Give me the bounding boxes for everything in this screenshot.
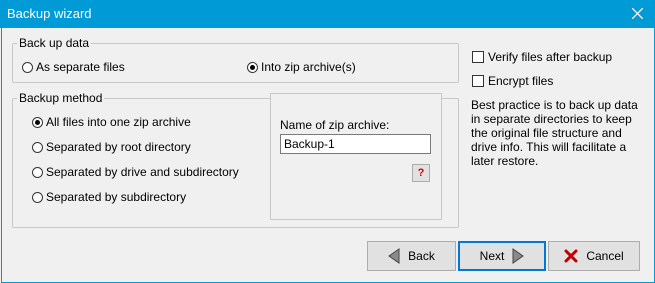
radio-dot [32,191,43,203]
close-icon [632,8,643,19]
cancel-x-icon [564,249,578,263]
help-button[interactable]: ? [412,164,430,182]
best-practice-note: Best practice is to back up data in sepa… [471,98,638,168]
radio-separated-by-subdirectory[interactable]: Separated by subdirectory [32,190,186,204]
checkbox-box [472,75,484,87]
archive-name-panel [270,93,442,220]
title-bar: Backup wizard [0,0,655,28]
radio-separated-by-root-directory[interactable]: Separated by root directory [32,140,191,154]
radio-label: Separated by drive and subdirectory [46,165,239,179]
back-arrow-icon [388,248,400,264]
radio-dot [32,166,43,178]
radio-all-files-one-zip[interactable]: All files into one zip archive [32,115,191,129]
cancel-button-label: Cancel [586,249,624,263]
next-button-label: Next [479,249,505,263]
checkbox-box [472,51,484,63]
radio-dot [22,61,33,73]
radio-label: As separate files [36,60,125,74]
window-title: Backup wizard [7,6,92,21]
backup-data-legend: Back up data [19,36,90,50]
radio-label: All files into one zip archive [46,115,191,129]
checkbox-label: Encrypt files [488,74,554,88]
radio-into-zip-archives[interactable]: Into zip archive(s) [247,60,356,74]
checkbox-label: Verify files after backup [488,50,613,64]
archive-name-label: Name of zip archive: [280,118,390,132]
encrypt-files-checkbox[interactable]: Encrypt files [472,74,553,88]
back-button[interactable]: Back [367,241,456,271]
back-button-label: Back [408,249,435,263]
radio-dot [247,61,258,73]
radio-dot [32,116,43,128]
radio-label: Separated by root directory [46,140,191,154]
help-icon: ? [417,167,425,179]
archive-name-input[interactable]: Backup-1 [280,134,431,154]
backup-method-legend: Backup method [19,91,103,105]
radio-dot [32,141,43,153]
next-arrow-icon [512,248,525,264]
verify-files-checkbox[interactable]: Verify files after backup [472,50,612,64]
radio-label: Into zip archive(s) [261,60,356,74]
close-button[interactable] [619,0,655,28]
radio-as-separate-files[interactable]: As separate files [22,60,125,74]
dialog-body: Back up data As separate files Into zip … [1,28,655,283]
cancel-button[interactable]: Cancel [548,241,640,271]
radio-label: Separated by subdirectory [46,190,187,204]
next-button[interactable]: Next [458,241,546,271]
radio-separated-by-drive-and-subdirectory[interactable]: Separated by drive and subdirectory [32,165,239,179]
